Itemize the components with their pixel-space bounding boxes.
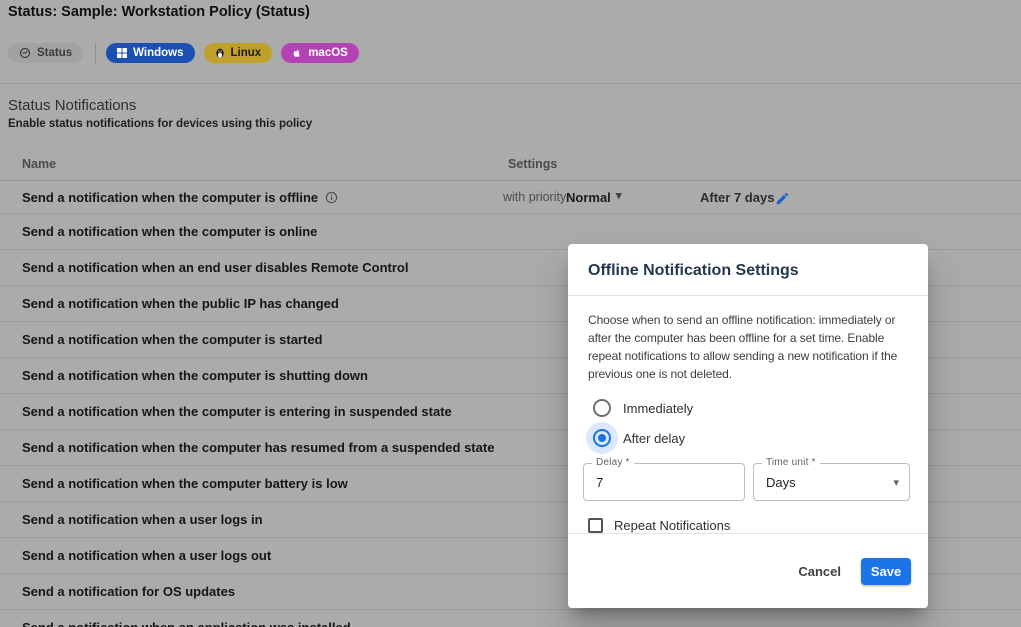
edit-pencil-icon[interactable]: [775, 191, 790, 209]
radio-after-delay[interactable]: After delay: [568, 423, 928, 453]
delay-fields-row: Delay * 7 Time unit * Days ▾: [583, 463, 910, 501]
dialog-title: Offline Notification Settings: [588, 262, 908, 280]
row-label: Send a notification when an application …: [22, 620, 351, 627]
windows-logo-icon: [117, 48, 127, 58]
repeat-notifications-checkbox[interactable]: Repeat Notifications: [588, 518, 928, 533]
windows-chip-label: Windows: [133, 47, 183, 59]
offline-notification-settings-dialog: Offline Notification Settings Choose whe…: [568, 244, 928, 608]
radio-after-delay-label: After delay: [623, 431, 685, 446]
column-header-name: Name: [22, 157, 56, 171]
row-label: Send a notification when the computer is…: [22, 190, 318, 205]
chips-separator: [95, 43, 96, 63]
macos-chip[interactable]: macOS: [281, 43, 359, 63]
macos-chip-label: macOS: [308, 47, 348, 59]
status-chip[interactable]: Status: [8, 43, 83, 63]
time-unit-caret-icon: ▾: [893, 476, 899, 489]
row-label: Send a notification when the computer is…: [22, 368, 368, 383]
table-row[interactable]: Send a notification when an application …: [0, 610, 1021, 627]
time-unit-field-value: Days: [766, 475, 796, 490]
dialog-description: Choose when to send an offline notificat…: [588, 311, 908, 383]
row-label: Send a notification when an end user dis…: [22, 260, 408, 275]
table-row-offline[interactable]: Send a notification when the computer is…: [0, 181, 1021, 214]
linux-chip[interactable]: Linux: [204, 43, 273, 63]
priority-select[interactable]: Normal: [566, 190, 611, 205]
linux-penguin-icon: [215, 48, 225, 59]
row-label: Send a notification when the public IP h…: [22, 296, 339, 311]
section-title: Status Notifications: [8, 97, 136, 114]
radio-immediately-control[interactable]: [586, 392, 618, 424]
checkbox-box[interactable]: [588, 518, 603, 533]
radio-immediately[interactable]: Immediately: [568, 393, 928, 423]
policy-status-page: Status: Sample: Workstation Policy (Stat…: [0, 0, 1021, 627]
apple-logo-icon: [292, 47, 302, 59]
priority-label: with priority: [503, 190, 566, 204]
radio-after-delay-control[interactable]: [586, 422, 618, 454]
status-gauge-icon: [19, 47, 31, 59]
windows-chip[interactable]: Windows: [106, 43, 194, 63]
linux-chip-label: Linux: [231, 47, 262, 59]
delay-summary: After 7 days: [700, 190, 774, 205]
row-label: Send a notification when the computer is…: [22, 224, 317, 239]
row-label: Send a notification when the computer ba…: [22, 476, 348, 491]
platform-chips-row: Status Windows Linux macOS: [8, 43, 368, 63]
delay-input[interactable]: Delay * 7: [583, 463, 745, 501]
dialog-header: Offline Notification Settings: [568, 244, 928, 296]
priority-caret-icon[interactable]: ▾: [616, 189, 622, 202]
delay-field-value: 7: [596, 475, 603, 490]
repeat-notifications-label: Repeat Notifications: [614, 518, 730, 533]
row-label: Send a notification when the computer is…: [22, 404, 452, 419]
page-title: Status: Sample: Workstation Policy (Stat…: [8, 4, 310, 20]
row-label: Send a notification when a user logs out: [22, 548, 271, 563]
delay-field-label: Delay *: [592, 457, 634, 468]
time-unit-select[interactable]: Time unit * Days ▾: [753, 463, 910, 501]
radio-immediately-label: Immediately: [623, 401, 693, 416]
row-label: Send a notification for OS updates: [22, 584, 235, 599]
cancel-button[interactable]: Cancel: [798, 564, 841, 579]
status-chip-label: Status: [37, 47, 72, 59]
dialog-footer: Cancel Save: [568, 533, 928, 608]
info-icon[interactable]: [325, 191, 338, 204]
column-header-settings: Settings: [508, 157, 557, 171]
row-label: Send a notification when a user logs in: [22, 512, 263, 527]
time-unit-field-label: Time unit *: [762, 457, 820, 468]
header-divider: [0, 83, 1021, 84]
row-label: Send a notification when the computer ha…: [22, 440, 494, 455]
row-label: Send a notification when the computer is…: [22, 332, 323, 347]
section-subtitle: Enable status notifications for devices …: [8, 118, 312, 130]
save-button[interactable]: Save: [861, 558, 911, 585]
